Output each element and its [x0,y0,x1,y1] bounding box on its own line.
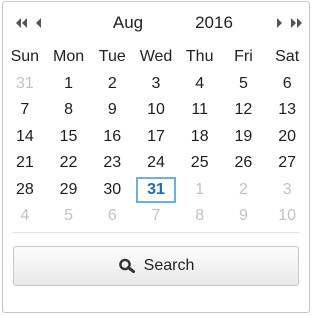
weekday-header: Sun [10,48,40,66]
day-cell[interactable]: 24 [134,150,178,177]
search-button[interactable]: Search [13,246,299,286]
day-cell[interactable]: 27 [265,150,309,177]
day-cell-other-month[interactable]: 3 [265,177,309,204]
day-cell[interactable]: 21 [3,150,47,177]
weekday-header: Mon [53,48,85,66]
chevron-left-icon [36,18,41,28]
day-cell-other-month[interactable]: 4 [3,203,47,230]
chevron-right-icon [277,18,282,28]
day-cell[interactable]: 17 [134,124,178,151]
day-cell[interactable]: 10 [134,97,178,124]
weekday-header: Wed [139,48,173,66]
day-cell-other-month[interactable]: 10 [265,203,309,230]
day-cell[interactable]: 8 [47,97,91,124]
footer-divider [13,232,299,233]
day-cell[interactable]: 6 [265,71,309,98]
calendar-footer: Search [3,232,309,312]
next-month-button[interactable] [275,13,283,33]
weekday-header: Fri [234,48,253,66]
day-cell[interactable]: 23 [90,150,134,177]
day-cell-selected[interactable]: 31 [134,176,178,204]
day-cell[interactable]: 4 [178,71,222,98]
day-cell[interactable]: 29 [47,177,91,204]
weekday-header: Tue [98,48,126,66]
day-cell[interactable]: 1 [47,71,91,98]
day-cell[interactable]: 5 [222,71,266,98]
day-cell[interactable]: 28 [3,177,47,204]
day-cell[interactable]: 12 [222,97,266,124]
double-chevron-left-icon [16,18,27,28]
day-cell-other-month[interactable]: 1 [178,177,222,204]
day-cell-other-month[interactable]: 8 [178,203,222,230]
day-cell[interactable]: 9 [90,97,134,124]
day-cell-other-month[interactable]: 31 [3,71,47,98]
day-cell-other-month[interactable]: 6 [90,203,134,230]
day-cell[interactable]: 2 [90,71,134,98]
prev-month-button[interactable] [35,13,43,33]
day-cell[interactable]: 20 [265,124,309,151]
day-cell[interactable]: 7 [3,97,47,124]
day-cell[interactable]: 22 [47,150,91,177]
day-cell[interactable]: 11 [178,97,222,124]
search-button-label: Search [143,257,195,274]
day-cell[interactable]: 26 [222,150,266,177]
day-cell-other-month[interactable]: 9 [222,203,266,230]
year-label[interactable]: 2016 [189,13,239,33]
weekday-header: Sat [275,48,300,66]
day-cell[interactable]: 30 [90,177,134,204]
day-cell[interactable]: 13 [265,97,309,124]
day-cell[interactable]: 14 [3,124,47,151]
day-cell[interactable]: 15 [47,124,91,151]
double-chevron-right-icon [291,18,302,28]
search-icon [118,258,135,274]
day-cell[interactable]: 25 [178,150,222,177]
next-year-button[interactable] [289,13,303,33]
prev-year-button[interactable] [15,13,29,33]
date-picker-calendar: Aug 2016 Sun Mon Tue Wed Thu Fri Sat 31 1 2 3 4 5 6 7 8… [2,1,310,313]
day-cell-other-month[interactable]: 5 [47,203,91,230]
day-cell[interactable]: 19 [222,124,266,151]
calendar-grid: Sun Mon Tue Wed Thu Fri Sat 31 1 2 3 4 5 6 7 8 9 10 11 12 13… [3,44,309,230]
day-cell[interactable]: 16 [90,124,134,151]
calendar-nav: Aug 2016 [3,2,309,44]
weekday-header: Thu [185,48,214,66]
day-cell[interactable]: 18 [178,124,222,151]
day-cell[interactable]: 3 [134,71,178,98]
day-cell-other-month[interactable]: 2 [222,177,266,204]
day-cell-other-month[interactable]: 7 [134,203,178,230]
month-label[interactable]: Aug [103,13,153,33]
